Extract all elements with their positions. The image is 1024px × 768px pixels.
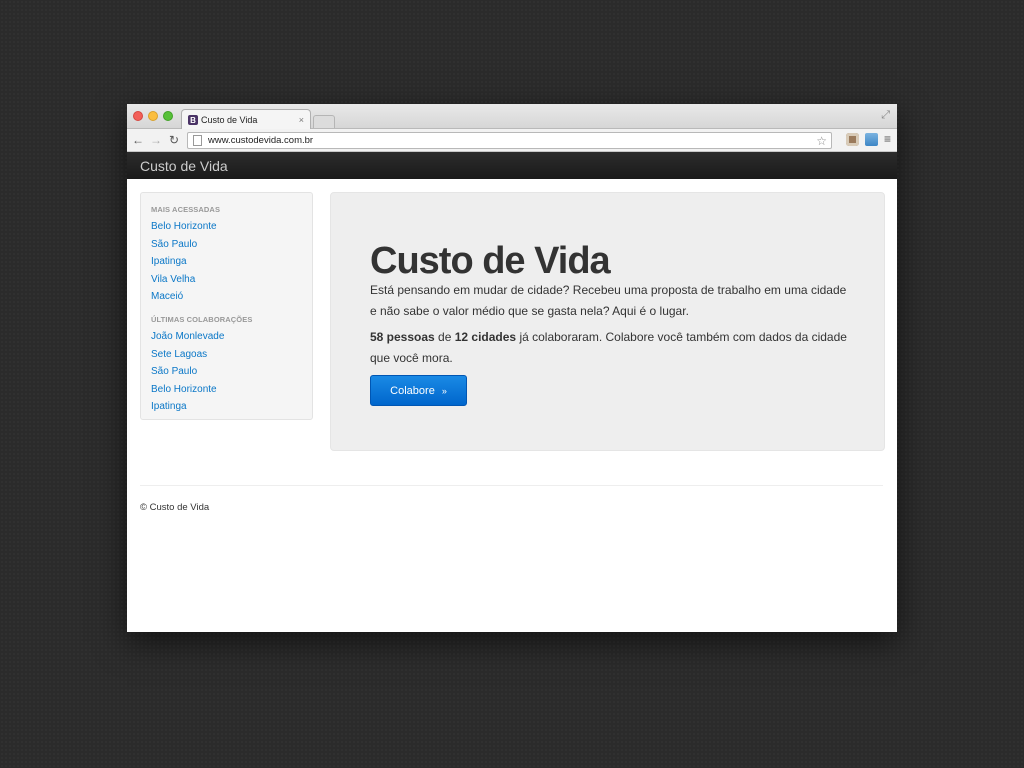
colabore-button[interactable]: Colabore » [370, 375, 467, 406]
site-navbar: Custo de Vida [127, 152, 897, 179]
back-icon[interactable]: ← [129, 133, 147, 147]
close-window-button[interactable] [133, 111, 143, 121]
camera-extension-icon[interactable] [845, 132, 859, 146]
hero-intro-paragraph: Está pensando em mudar de cidade? Recebe… [370, 283, 847, 318]
people-count: 58 pessoas [370, 330, 435, 344]
extensions-area: ≡ [845, 132, 891, 146]
browser-window: B Custo de Vida × ⤢ ← → ↻ www.custodevid… [127, 104, 897, 632]
address-bar[interactable]: www.custodevida.com.br ☆ [187, 132, 832, 149]
close-tab-icon[interactable]: × [299, 115, 304, 125]
sidebar: MAIS ACESSADAS Belo Horizonte São Paulo … [140, 192, 313, 420]
bootstrap-favicon-icon: B [188, 115, 198, 125]
image-extension-icon[interactable] [864, 132, 878, 146]
sidebar-link-vila-velha[interactable]: Vila Velha [151, 274, 312, 285]
sidebar-link-sao-paulo-2[interactable]: São Paulo [151, 366, 312, 377]
zoom-window-button[interactable] [163, 111, 173, 121]
bookmark-star-icon[interactable]: ☆ [816, 134, 827, 148]
footer-divider [140, 485, 883, 486]
sidebar-link-ipatinga-2[interactable]: Ipatinga [151, 401, 312, 412]
sidebar-link-sao-paulo[interactable]: São Paulo [151, 239, 312, 250]
hero-unit: Custo de Vida Está pensando em mudar de … [330, 192, 885, 451]
sidebar-header-latest-contributions: ÚLTIMAS COLABORAÇÕES [151, 315, 253, 324]
sidebar-link-sete-lagoas[interactable]: Sete Lagoas [151, 349, 312, 360]
new-tab-button[interactable] [313, 115, 335, 128]
sidebar-link-ipatinga[interactable]: Ipatinga [151, 256, 312, 267]
navbar-brand[interactable]: Custo de Vida [140, 158, 228, 174]
city-count: 12 cidades [454, 330, 517, 344]
sidebar-link-belo-horizonte[interactable]: Belo Horizonte [151, 221, 312, 232]
reload-icon[interactable]: ↻ [165, 133, 183, 147]
colabore-button-label: Colabore [390, 384, 435, 397]
hero-stats-paragraph: 58 pessoas de 12 cidades já colaboraram.… [370, 327, 850, 369]
title-bar: B Custo de Vida × ⤢ [127, 104, 897, 130]
tab-title: Custo de Vida [201, 115, 258, 125]
window-controls [133, 111, 173, 121]
fullscreen-icon[interactable]: ⤢ [881, 109, 890, 122]
stats-connector: de [434, 330, 455, 344]
sidebar-link-maceio[interactable]: Maceió [151, 291, 312, 302]
sidebar-link-belo-horizonte-2[interactable]: Belo Horizonte [151, 384, 312, 395]
url-text[interactable]: www.custodevida.com.br [208, 135, 816, 146]
menu-icon[interactable]: ≡ [884, 132, 891, 146]
browser-tab[interactable]: B Custo de Vida × [181, 109, 311, 130]
footer-copyright: © Custo de Vida [140, 502, 210, 513]
page-icon [193, 135, 202, 146]
browser-toolbar: ← → ↻ www.custodevida.com.br ☆ ≡ [127, 129, 897, 152]
minimize-window-button[interactable] [148, 111, 158, 121]
sidebar-header-most-accessed: MAIS ACESSADAS [151, 205, 221, 214]
hero-title: Custo de Vida [370, 240, 611, 282]
double-chevron-right-icon: » [441, 385, 447, 396]
sidebar-link-joao-monlevade[interactable]: João Monlevade [151, 331, 312, 342]
forward-icon[interactable]: → [147, 133, 165, 147]
page-content: MAIS ACESSADAS Belo Horizonte São Paulo … [127, 179, 897, 632]
